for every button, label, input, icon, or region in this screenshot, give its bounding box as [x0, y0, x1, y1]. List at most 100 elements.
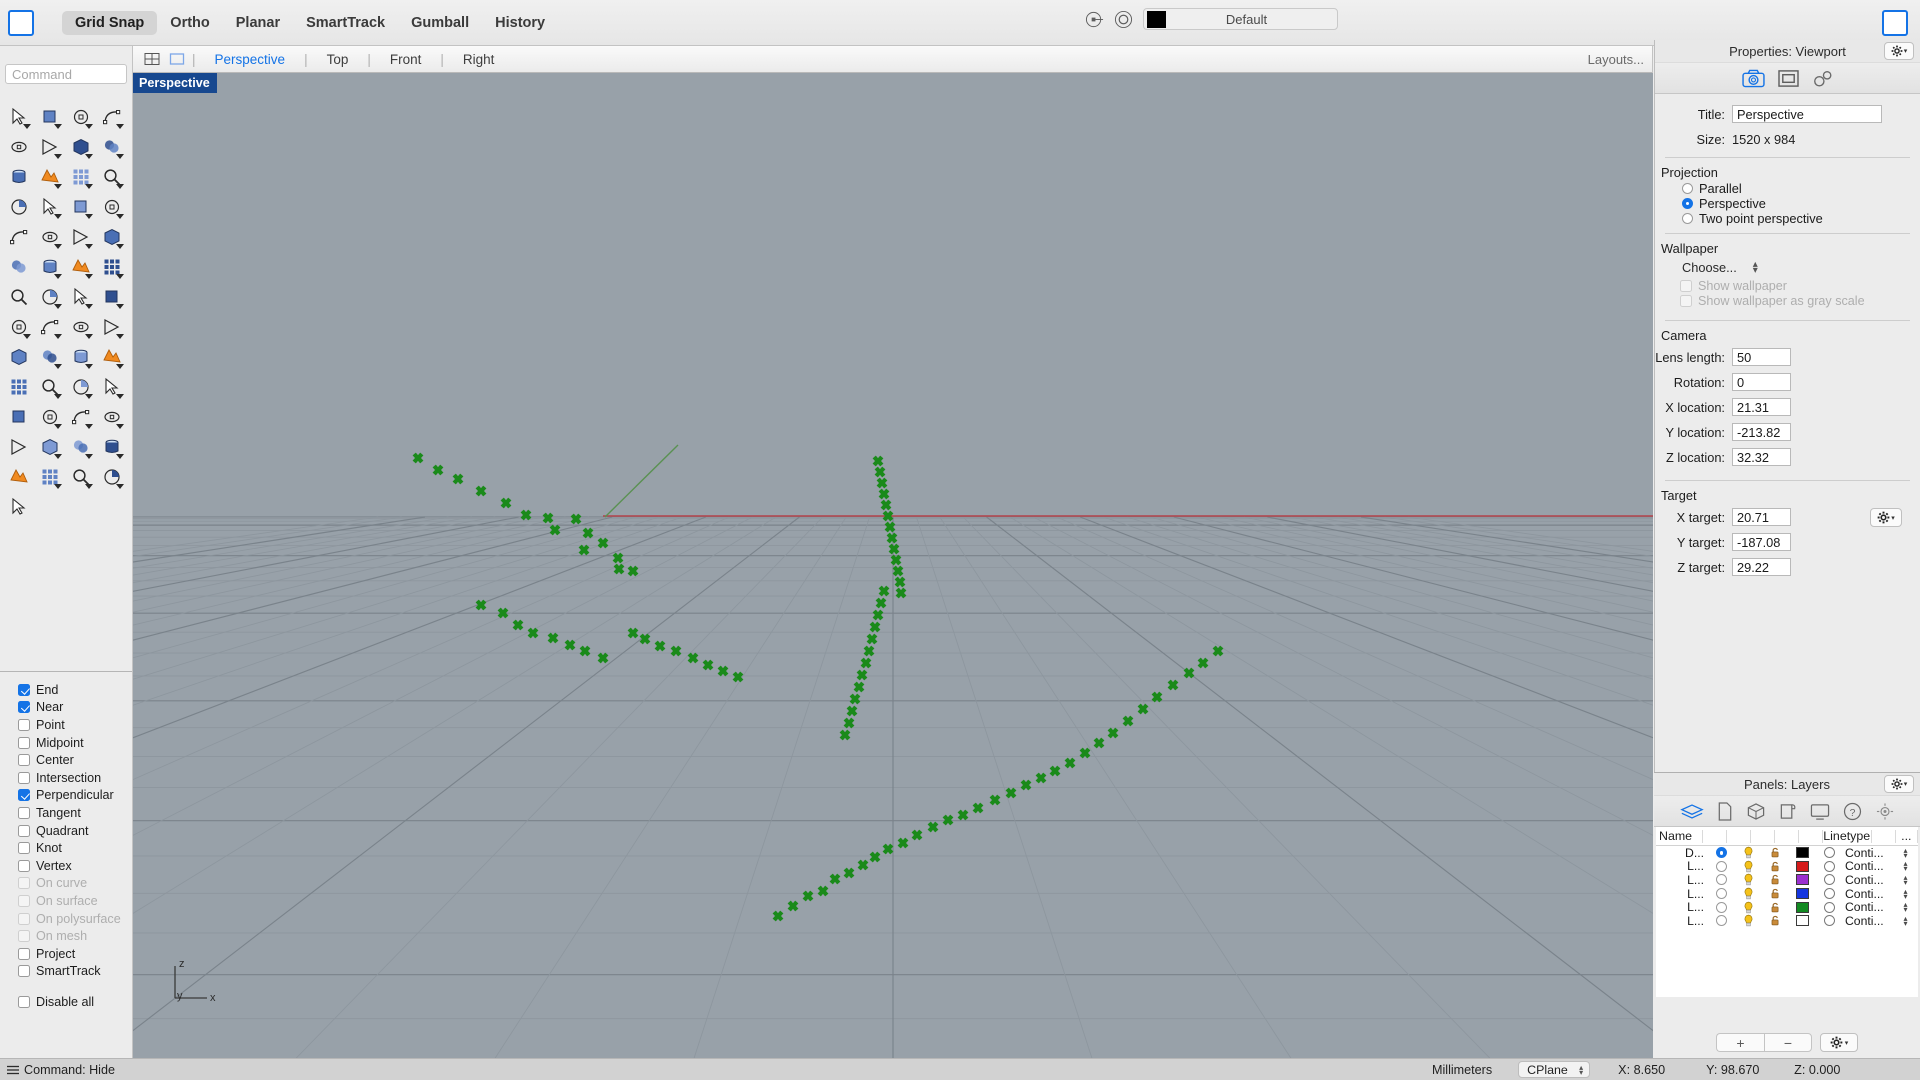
layer-current-radio[interactable] — [1708, 902, 1735, 913]
tool-flyout-arrow[interactable] — [116, 274, 124, 279]
cage-edit-icon[interactable] — [3, 342, 34, 372]
tool-flyout-arrow[interactable] — [85, 364, 93, 369]
point-marker[interactable] — [788, 901, 799, 912]
osnap-checkbox-quadrant[interactable] — [18, 825, 30, 837]
tool-flyout-arrow[interactable] — [85, 274, 93, 279]
help-icon[interactable]: ? — [1843, 802, 1862, 821]
zoom-window-icon[interactable] — [34, 372, 65, 402]
tool-flyout-arrow[interactable] — [54, 124, 62, 129]
layer-linetype[interactable]: Conti... — [1843, 859, 1898, 873]
tool-flyout-arrow[interactable] — [54, 484, 62, 489]
viewport-tab-perspective[interactable]: Perspective — [203, 52, 298, 67]
add-layer-button[interactable]: + — [1716, 1033, 1764, 1052]
mode-toggle-gumball[interactable]: Gumball — [398, 11, 482, 35]
tool-flyout-arrow[interactable] — [116, 184, 124, 189]
point-marker[interactable] — [1036, 773, 1047, 784]
viewport-canvas[interactable] — [133, 73, 1653, 1058]
sphere-icon[interactable] — [34, 192, 65, 222]
display-icon[interactable] — [1779, 802, 1797, 821]
point-marker[interactable] — [830, 874, 841, 885]
explode-icon[interactable] — [34, 222, 65, 252]
point-marker[interactable] — [883, 844, 894, 855]
tool-flyout-arrow[interactable] — [116, 394, 124, 399]
tool-flyout-arrow[interactable] — [54, 334, 62, 339]
osnap-item-tangent[interactable]: Tangent — [18, 804, 132, 822]
layers-column-header-4[interactable] — [1775, 830, 1799, 843]
layer-name[interactable]: L... — [1656, 887, 1708, 901]
layer-material[interactable] — [1912, 903, 1920, 911]
rotate-view-icon[interactable] — [3, 402, 34, 432]
blend-curve-icon[interactable] — [65, 252, 96, 282]
point-marker[interactable] — [928, 822, 939, 833]
point-marker[interactable] — [870, 852, 881, 863]
tool-flyout-arrow[interactable] — [116, 304, 124, 309]
arc-icon[interactable] — [65, 132, 96, 162]
osnap-checkbox-end[interactable] — [18, 684, 30, 696]
tool-flyout-arrow[interactable] — [23, 124, 31, 129]
point-marker[interactable] — [887, 533, 898, 544]
point-marker[interactable] — [973, 803, 984, 814]
osnap-disable-all-checkbox[interactable] — [18, 996, 30, 1008]
light-icon[interactable] — [3, 432, 34, 462]
layer-print-color[interactable] — [1816, 915, 1843, 926]
point-marker[interactable] — [688, 653, 699, 664]
point-marker[interactable] — [528, 628, 539, 639]
viewport-name-label[interactable]: Perspective — [133, 73, 217, 93]
left-panel-toggle-icon[interactable] — [8, 10, 34, 36]
osnap-checkbox-tangent[interactable] — [18, 807, 30, 819]
tool-flyout-arrow[interactable] — [54, 424, 62, 429]
viewport-tab-right[interactable]: Right — [451, 52, 507, 67]
point-marker[interactable] — [850, 694, 861, 705]
mode-toggle-history[interactable]: History — [482, 11, 558, 35]
tool-flyout-arrow[interactable] — [116, 454, 124, 459]
tool-flyout-arrow[interactable] — [54, 214, 62, 219]
layer-row[interactable]: D...Conti...▴▾[▴▾ — [1656, 846, 1918, 860]
layers-column-header-5[interactable] — [1799, 830, 1823, 843]
point-marker[interactable] — [598, 653, 609, 664]
layer-print-color[interactable] — [1816, 902, 1843, 913]
layer-color-swatch[interactable] — [1789, 861, 1816, 872]
circle-icon[interactable] — [3, 132, 34, 162]
tool-flyout-arrow[interactable] — [85, 304, 93, 309]
layer-color-swatch[interactable] — [1789, 847, 1816, 858]
osnap-item-smarttrack[interactable]: SmartTrack — [18, 963, 132, 981]
layer-name[interactable]: D... — [1656, 846, 1708, 860]
remove-layer-button[interactable]: − — [1764, 1033, 1812, 1052]
osnap-item-vertex[interactable]: Vertex — [18, 857, 132, 875]
osnap-checkbox-knot[interactable] — [18, 842, 30, 854]
loft-icon[interactable] — [34, 312, 65, 342]
tool-flyout-arrow[interactable] — [85, 454, 93, 459]
layer-linetype[interactable]: Conti... — [1843, 914, 1898, 928]
tool-flyout-arrow[interactable] — [85, 184, 93, 189]
curve-icon[interactable] — [96, 102, 127, 132]
point-marker[interactable] — [453, 474, 464, 485]
point-marker[interactable] — [840, 730, 851, 741]
layer-visibility-bulb-icon[interactable] — [1735, 860, 1762, 873]
material-icon[interactable] — [65, 432, 96, 462]
point-marker[interactable] — [943, 815, 954, 826]
point-marker[interactable] — [1184, 668, 1195, 679]
tool-flyout-arrow[interactable] — [85, 424, 93, 429]
tool-flyout-arrow[interactable] — [54, 244, 62, 249]
osnap-item-intersection[interactable]: Intersection — [18, 769, 132, 787]
layer-row[interactable]: L...Conti...▴▾[▴▾ — [1656, 914, 1918, 928]
ellipse-icon[interactable] — [34, 132, 65, 162]
point-marker[interactable] — [875, 467, 886, 478]
point-marker[interactable] — [891, 555, 902, 566]
layer-color-swatch[interactable] — [1789, 902, 1816, 913]
cplane-selector[interactable]: CPlane ▴▾ — [1518, 1061, 1590, 1078]
layers-column-header-2[interactable] — [1727, 830, 1751, 843]
four-view-layout-icon[interactable] — [144, 51, 160, 67]
osnap-checkbox-perpendicular[interactable] — [18, 789, 30, 801]
osnap-checkbox-center[interactable] — [18, 754, 30, 766]
point-marker[interactable] — [671, 646, 682, 657]
point-marker[interactable] — [879, 586, 890, 597]
point-marker[interactable] — [413, 453, 424, 464]
boolean-union-icon[interactable] — [3, 222, 34, 252]
camera-field-input[interactable]: 32.32 — [1732, 448, 1791, 466]
layers-icon[interactable] — [1680, 802, 1704, 821]
dim-arc-icon[interactable] — [96, 252, 127, 282]
surface-sweep-icon[interactable] — [96, 162, 127, 192]
point-marker[interactable] — [1050, 766, 1061, 777]
rail-revolve-icon[interactable] — [96, 312, 127, 342]
